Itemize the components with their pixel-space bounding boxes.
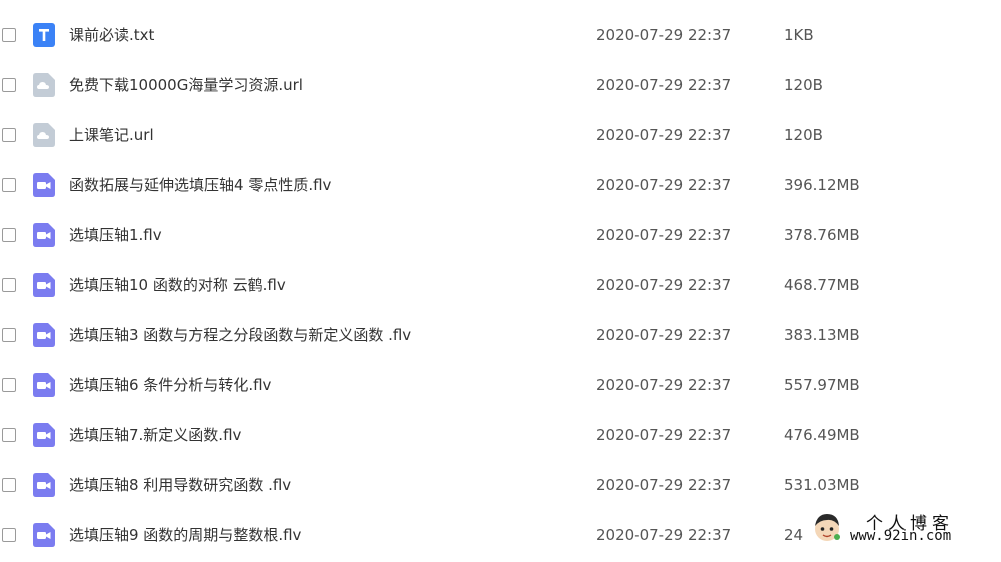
video-file-icon: [33, 423, 55, 447]
file-size: 120B: [784, 126, 823, 144]
file-row[interactable]: 选填压轴1.flv 2020-07-29 22:37 378.76MB: [0, 212, 1001, 262]
file-date: 2020-07-29 22:37: [596, 226, 732, 244]
row-checkbox[interactable]: [2, 78, 16, 92]
file-name[interactable]: 选填压轴8 利用导数研究函数 .flv: [69, 475, 291, 495]
file-row[interactable]: 免费下载10000G海量学习资源.url 2020-07-29 22:37 12…: [0, 62, 1001, 112]
file-row[interactable]: 选填压轴10 函数的对称 云鹤.flv 2020-07-29 22:37 468…: [0, 262, 1001, 312]
file-date: 2020-07-29 22:37: [596, 526, 732, 544]
file-date: 2020-07-29 22:37: [596, 276, 732, 294]
file-row[interactable]: 选填压轴7.新定义函数.flv 2020-07-29 22:37 476.49M…: [0, 412, 1001, 462]
file-row[interactable]: 函数拓展与延伸选填压轴4 零点性质.flv 2020-07-29 22:37 3…: [0, 162, 1001, 212]
file-size: 468.77MB: [784, 276, 860, 294]
row-checkbox[interactable]: [2, 428, 16, 442]
video-file-icon: [33, 273, 55, 297]
file-date: 2020-07-29 22:37: [596, 326, 732, 344]
file-name[interactable]: 选填压轴7.新定义函数.flv: [69, 425, 241, 445]
file-date: 2020-07-29 22:37: [596, 76, 732, 94]
avatar-icon: [812, 511, 842, 543]
file-name[interactable]: 上课笔记.url: [69, 125, 154, 145]
file-row[interactable]: 课前必读.txt 2020-07-29 22:37 1KB: [0, 12, 1001, 62]
blog-watermark: 个人博客 www.92in.com: [808, 507, 1001, 549]
file-size: 120B: [784, 76, 823, 94]
file-row[interactable]: 选填压轴6 条件分析与转化.flv 2020-07-29 22:37 557.9…: [0, 362, 1001, 412]
file-date: 2020-07-29 22:37: [596, 176, 732, 194]
file-name[interactable]: 课前必读.txt: [69, 25, 154, 45]
file-size: 396.12MB: [784, 176, 860, 194]
file-name[interactable]: 选填压轴3 函数与方程之分段函数与新定义函数 .flv: [69, 325, 411, 345]
video-file-icon: [33, 223, 55, 247]
file-size: 476.49MB: [784, 426, 860, 444]
row-checkbox[interactable]: [2, 228, 16, 242]
video-file-icon: [33, 323, 55, 347]
file-name[interactable]: 选填压轴1.flv: [69, 225, 162, 245]
video-file-icon: [33, 523, 55, 547]
file-size: 383.13MB: [784, 326, 860, 344]
file-name[interactable]: 函数拓展与延伸选填压轴4 零点性质.flv: [69, 175, 331, 195]
link-file-icon: [33, 123, 55, 147]
row-checkbox[interactable]: [2, 178, 16, 192]
file-row[interactable]: 选填压轴3 函数与方程之分段函数与新定义函数 .flv 2020-07-29 2…: [0, 312, 1001, 362]
file-size: 1KB: [784, 26, 814, 44]
file-size: 531.03MB: [784, 476, 860, 494]
file-row[interactable]: 上课笔记.url 2020-07-29 22:37 120B: [0, 112, 1001, 162]
file-date: 2020-07-29 22:37: [596, 26, 732, 44]
row-checkbox[interactable]: [2, 528, 16, 542]
file-date: 2020-07-29 22:37: [596, 126, 732, 144]
file-size: 557.97MB: [784, 376, 860, 394]
row-checkbox[interactable]: [2, 478, 16, 492]
row-checkbox[interactable]: [2, 378, 16, 392]
file-list: 课前必读.txt 2020-07-29 22:37 1KB 免费下载10000G…: [0, 12, 1001, 562]
file-name[interactable]: 免费下载10000G海量学习资源.url: [69, 75, 303, 95]
video-file-icon: [33, 473, 55, 497]
file-name[interactable]: 选填压轴10 函数的对称 云鹤.flv: [69, 275, 286, 295]
text-file-icon: [33, 23, 55, 47]
file-date: 2020-07-29 22:37: [596, 426, 732, 444]
file-date: 2020-07-29 22:37: [596, 376, 732, 394]
file-name[interactable]: 选填压轴6 条件分析与转化.flv: [69, 375, 271, 395]
file-size: 378.76MB: [784, 226, 860, 244]
file-row[interactable]: 选填压轴8 利用导数研究函数 .flv 2020-07-29 22:37 531…: [0, 462, 1001, 512]
row-checkbox[interactable]: [2, 128, 16, 142]
video-file-icon: [33, 373, 55, 397]
file-size: 24: [784, 526, 804, 544]
file-date: 2020-07-29 22:37: [596, 476, 732, 494]
watermark-url: www.92in.com: [850, 528, 952, 544]
row-checkbox[interactable]: [2, 328, 16, 342]
video-file-icon: [33, 173, 55, 197]
link-file-icon: [33, 73, 55, 97]
row-checkbox[interactable]: [2, 28, 16, 42]
row-checkbox[interactable]: [2, 278, 16, 292]
file-name[interactable]: 选填压轴9 函数的周期与整数根.flv: [69, 525, 301, 545]
